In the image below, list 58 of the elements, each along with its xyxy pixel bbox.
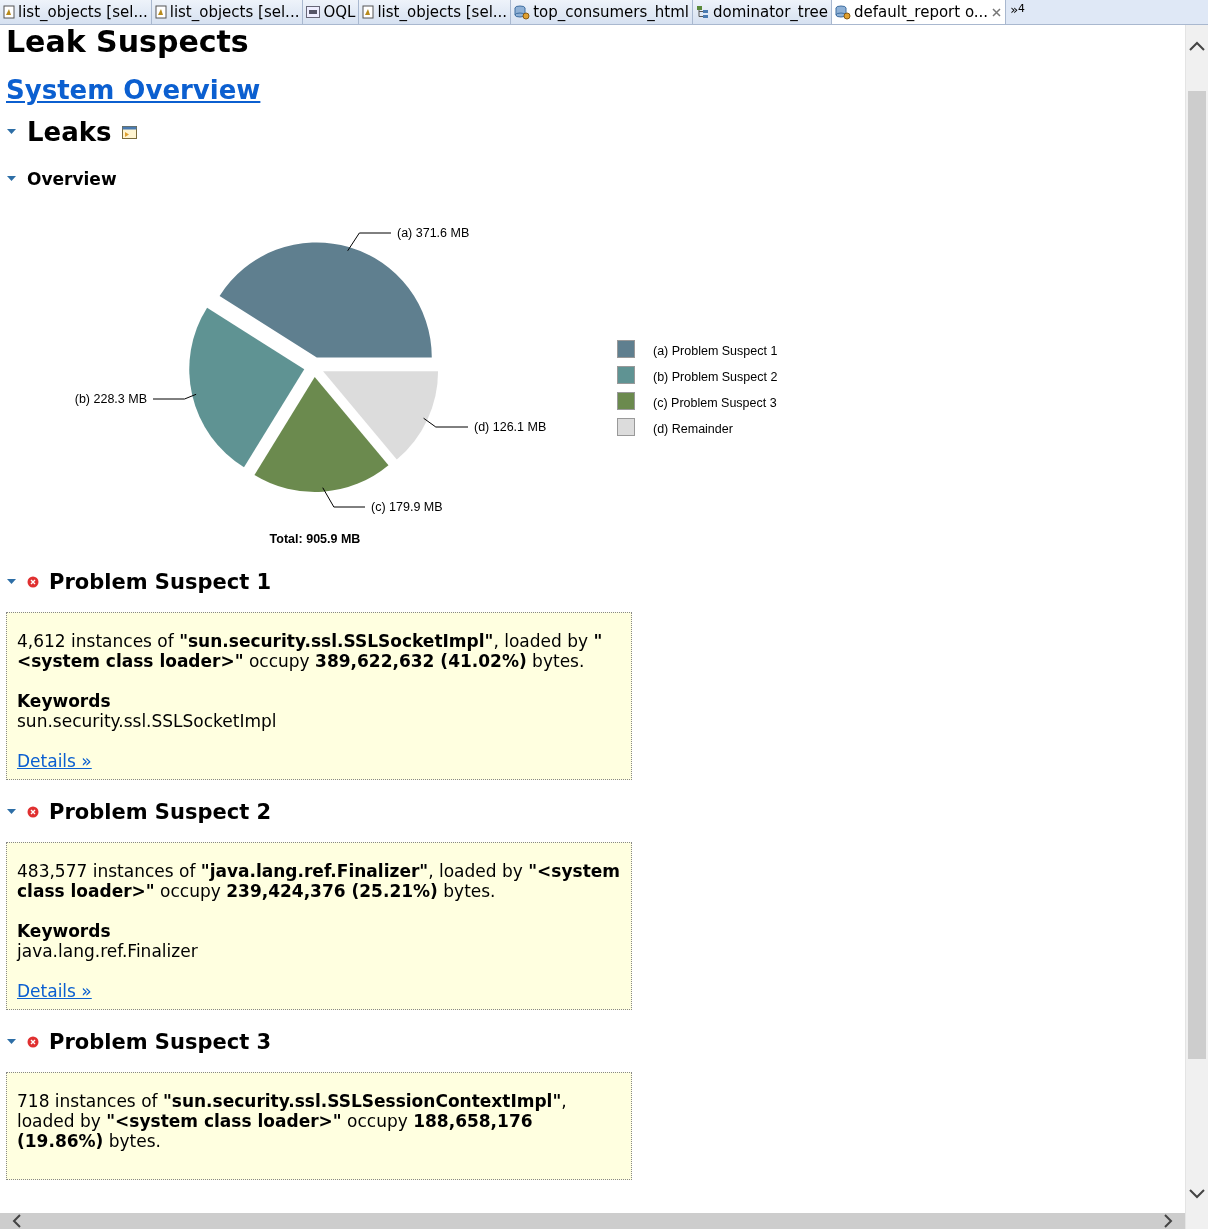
slice-value-label: (a) 371.6 MB	[397, 226, 470, 240]
legend-label: (a) Problem Suspect 1	[653, 344, 778, 358]
slice-value-label: (c) 179.9 MB	[371, 500, 443, 514]
total-label: Total: 905.9 MB	[269, 532, 361, 546]
suspect-title: Problem Suspect 2	[49, 800, 272, 824]
editor-tab[interactable]: dominator_tree	[692, 0, 833, 24]
database-gear-icon	[835, 4, 852, 20]
expanded-triangle-icon[interactable]	[6, 808, 17, 816]
editor-tab[interactable]: default_report o...	[832, 0, 1007, 24]
legend-label: (c) Problem Suspect 3	[653, 396, 777, 410]
leader-line	[423, 417, 469, 428]
legend-label: (b) Problem Suspect 2	[653, 370, 778, 384]
scroll-up-icon[interactable]	[1189, 41, 1205, 51]
expanded-triangle-icon[interactable]	[6, 578, 17, 586]
editor-tab[interactable]: list_objects [sel...	[151, 0, 304, 24]
details-link[interactable]: Details »	[17, 981, 92, 1001]
editor-tab[interactable]: top_consumers_html	[511, 0, 693, 24]
suspect-description: 483,577 instances of "java.lang.ref.Finalizer", loaded by "<system class loader>" occupy 239,424,376 (25.21%) bytes.	[17, 861, 621, 901]
system-overview-link[interactable]: System Overview	[6, 75, 261, 105]
error-icon	[27, 1036, 39, 1048]
error-icon	[27, 806, 39, 818]
query-icon	[306, 6, 321, 18]
legend-label: (d) Remainder	[653, 422, 733, 436]
scrollbar-thumb[interactable]	[1188, 91, 1206, 1059]
expanded-triangle-icon[interactable]	[6, 175, 17, 183]
scroll-right-icon[interactable]	[1163, 1214, 1173, 1228]
subsection-title: Overview	[27, 169, 117, 189]
leader-line	[347, 232, 392, 252]
keywords-heading: Keywords	[17, 691, 112, 711]
editor-tab[interactable]: list_objects [sel...	[359, 0, 512, 24]
page-title: Leak Suspects	[6, 25, 250, 59]
keywords-value: sun.security.ssl.SSLSocketImpl	[17, 711, 278, 731]
expanded-triangle-icon[interactable]	[6, 1038, 17, 1046]
window-icon[interactable]	[121, 125, 137, 139]
error-icon	[27, 576, 39, 588]
suspect-description: 718 instances of "sun.security.ssl.SSLSessionContextImpl", loaded by "<system class loader>" occupy 188,658,176 (19.86%) bytes.	[17, 1091, 568, 1151]
scroll-down-icon[interactable]	[1189, 1189, 1205, 1199]
database-gear-icon	[514, 4, 531, 20]
document-icon	[154, 5, 167, 19]
keywords-heading: Keywords	[17, 921, 112, 941]
expanded-triangle-icon[interactable]	[6, 128, 17, 136]
suspect-title: Problem Suspect 3	[49, 1030, 272, 1054]
keywords-value: java.lang.ref.Finalizer	[17, 941, 199, 961]
slice-value-label: (d) 126.1 MB	[474, 420, 547, 434]
section-title: Leaks	[27, 117, 112, 147]
document-icon	[3, 5, 15, 19]
close-icon[interactable]	[991, 6, 1003, 18]
leader-line	[322, 487, 366, 508]
details-link[interactable]: Details »	[17, 751, 92, 771]
document-icon	[362, 5, 375, 19]
slice-value-label: (b) 228.3 MB	[74, 392, 147, 406]
leader-line	[152, 393, 197, 400]
editor-tab[interactable]: OQL	[303, 0, 360, 24]
tree-icon	[695, 5, 710, 19]
suspect-description: 4,612 instances of "sun.security.ssl.SSLSocketImpl", loaded by "<system class loader>" occupy 389,622,632 (41.02%) bytes.	[17, 631, 604, 671]
editor-tab[interactable]: list_objects [sel...	[0, 0, 152, 24]
suspect-title: Problem Suspect 1	[49, 570, 272, 594]
scroll-left-icon[interactable]	[12, 1214, 22, 1228]
